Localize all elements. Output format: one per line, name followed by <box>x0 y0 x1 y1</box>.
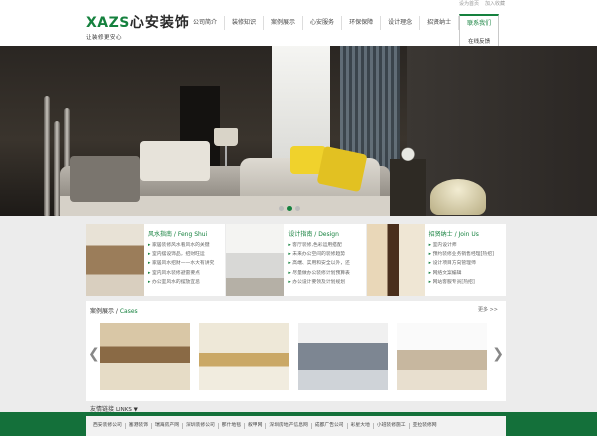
join-us-title-en: Join Us <box>458 231 479 238</box>
design-title-cn: 设计指南 <box>288 231 313 238</box>
friend-link[interactable]: 深圳房地产信息网 <box>266 423 312 429</box>
nav-item-design[interactable]: 设计理念 <box>381 16 421 30</box>
friend-link[interactable]: 成都广告公司 <box>312 423 348 429</box>
list-item[interactable]: 客厅装修,色彩运用搭配 <box>288 241 350 250</box>
banner-ottoman <box>430 179 486 215</box>
cases-carousel <box>100 323 487 390</box>
feng-shui-heading[interactable]: 风水指南 / Feng Shui <box>148 229 207 238</box>
add-favorite-link[interactable]: 加入收藏 <box>485 0 505 7</box>
cases-heading[interactable]: 案例展示 / Cases <box>90 306 138 315</box>
nav-contact-label: 联系我们 <box>467 20 492 27</box>
cases-title-en: Cases <box>119 308 138 315</box>
nav-item-service[interactable]: 心安服务 <box>303 16 343 30</box>
feng-shui-title-en: Feng Shui <box>177 231 208 238</box>
nav-item-eco[interactable]: 环保保障 <box>342 16 382 30</box>
list-item[interactable]: 设计项目方向管理师 <box>429 259 494 268</box>
friend-link[interactable]: 亚拉装修网 <box>410 423 440 429</box>
case-image[interactable] <box>298 323 388 390</box>
nav-item-cases[interactable]: 案例展示 <box>264 16 304 30</box>
design-title-en: Design <box>318 231 339 238</box>
design-list: 客厅装修,色彩运用搭配 未来办公空间的装修趋势 高端、实用和安全以外，还 尽量做… <box>288 241 350 287</box>
friend-link[interactable]: 小班装修施工 <box>374 423 410 429</box>
nav-item-about[interactable]: 公司简介 <box>186 16 226 30</box>
list-item[interactable]: 家居风水招财——水大有讲究 <box>148 259 214 268</box>
nav-item-knowledge[interactable]: 装修知识 <box>225 16 265 30</box>
list-item[interactable]: 预约装修业务销售经理[热招] <box>429 250 494 259</box>
main-content: 风水指南 / Feng Shui 家居装修风水看风水的关键 室内摆设饰品，招财旺… <box>86 216 506 436</box>
feng-shui-thumbnail[interactable] <box>86 224 144 296</box>
friend-link[interactable]: 叙甲网 <box>245 423 267 429</box>
design-thumbnail[interactable] <box>226 224 285 296</box>
info-columns: 风水指南 / Feng Shui 家居装修风水看风水的关键 室内摆设饰品，招财旺… <box>86 224 506 296</box>
friend-links: 西安装修公司 塞港装饰 瑞海房产网 深圳装修公司 那什地毯 叙甲网 深圳房地产信… <box>86 416 506 436</box>
slider-dot[interactable] <box>279 206 284 211</box>
cases-more-link[interactable]: 更多 >> <box>478 306 498 313</box>
column-join-us: 招贤纳士 / Join Us 室内设计师 预约装修业务销售经理[热招] 设计项目… <box>366 224 506 296</box>
list-item[interactable]: 尽量做办公装修计划预算表 <box>288 269 350 278</box>
list-item[interactable]: 办公设计要领及计划规划 <box>288 278 350 287</box>
slider-dot-active[interactable] <box>287 206 292 211</box>
friend-link[interactable]: 彩星大地 <box>348 423 374 429</box>
case-image[interactable] <box>397 323 487 390</box>
logo-en: XAZS <box>86 15 130 31</box>
list-item[interactable]: 未来办公空间的装修趋势 <box>288 250 350 259</box>
cases-title-cn: 案例展示 <box>90 308 115 315</box>
banner-lamp <box>214 128 238 146</box>
list-item[interactable]: 室内风水装修避雷要点 <box>148 269 214 278</box>
cases-section: 案例展示 / Cases 更多 >> ❮ ❯ <box>86 301 506 401</box>
list-item[interactable]: 网站客服专员[热招] <box>429 278 494 287</box>
column-design: 设计指南 / Design 客厅装修,色彩运用搭配 未来办公空间的装修趋势 高端… <box>226 224 366 296</box>
list-item[interactable]: 办公室风水的摆放宜忌 <box>148 278 214 287</box>
join-us-title-cn: 招贤纳士 <box>428 231 453 238</box>
banner-pillow-white <box>140 141 210 181</box>
friend-link[interactable]: 塞港装饰 <box>126 423 152 429</box>
top-links: 设为首页 加入收藏 <box>459 0 505 7</box>
feng-shui-title-cn: 风水指南 <box>148 231 173 238</box>
list-item[interactable]: 室内摆设饰品，招财旺运 <box>148 250 214 259</box>
join-us-thumbnail[interactable] <box>366 224 425 296</box>
friend-link[interactable]: 深圳装修公司 <box>183 423 219 429</box>
slider-dot[interactable] <box>295 206 300 211</box>
friend-link[interactable]: 那什地毯 <box>219 423 245 429</box>
nav-item-jobs[interactable]: 招贤纳士 <box>420 16 460 30</box>
list-item[interactable]: 网络文案编辑 <box>429 269 494 278</box>
list-item[interactable]: 高端、实用和安全以外，还 <box>288 259 350 268</box>
site-header: 设为首页 加入收藏 XAZS心安装饰 让装修更安心 公司简介 装修知识 案例展示… <box>0 0 597 51</box>
list-item[interactable]: 室内设计师 <box>429 241 494 250</box>
set-homepage-link[interactable]: 设为首页 <box>459 0 479 7</box>
slider-dots <box>279 206 300 211</box>
feng-shui-list: 家居装修风水看风水的关键 室内摆设饰品，招财旺运 家居风水招财——水大有讲究 室… <box>148 241 214 287</box>
list-item[interactable]: 家居装修风水看风水的关键 <box>148 241 214 250</box>
banner-plant <box>390 121 426 216</box>
chevron-right-icon[interactable]: ❯ <box>492 347 504 361</box>
site-logo[interactable]: XAZS心安装饰 让装修更安心 <box>86 12 190 41</box>
logo-slogan: 让装修更安心 <box>86 35 123 41</box>
logo-cn: 心安装饰 <box>129 15 190 31</box>
banner-pillow-gray <box>70 156 140 202</box>
case-image[interactable] <box>100 323 190 390</box>
join-us-heading[interactable]: 招贤纳士 / Join Us <box>429 229 479 238</box>
design-heading[interactable]: 设计指南 / Design <box>288 229 339 238</box>
column-feng-shui: 风水指南 / Feng Shui 家居装修风水看风水的关键 室内摆设饰品，招财旺… <box>86 224 226 296</box>
friend-link[interactable]: 瑞海房产网 <box>152 423 183 429</box>
hero-banner[interactable] <box>0 46 597 216</box>
join-us-list: 室内设计师 预约装修业务销售经理[热招] 设计项目方向管理师 网络文案编辑 网站… <box>429 241 494 287</box>
chevron-left-icon[interactable]: ❮ <box>88 347 100 361</box>
case-image[interactable] <box>199 323 289 390</box>
friend-link[interactable]: 西安装修公司 <box>90 423 126 429</box>
